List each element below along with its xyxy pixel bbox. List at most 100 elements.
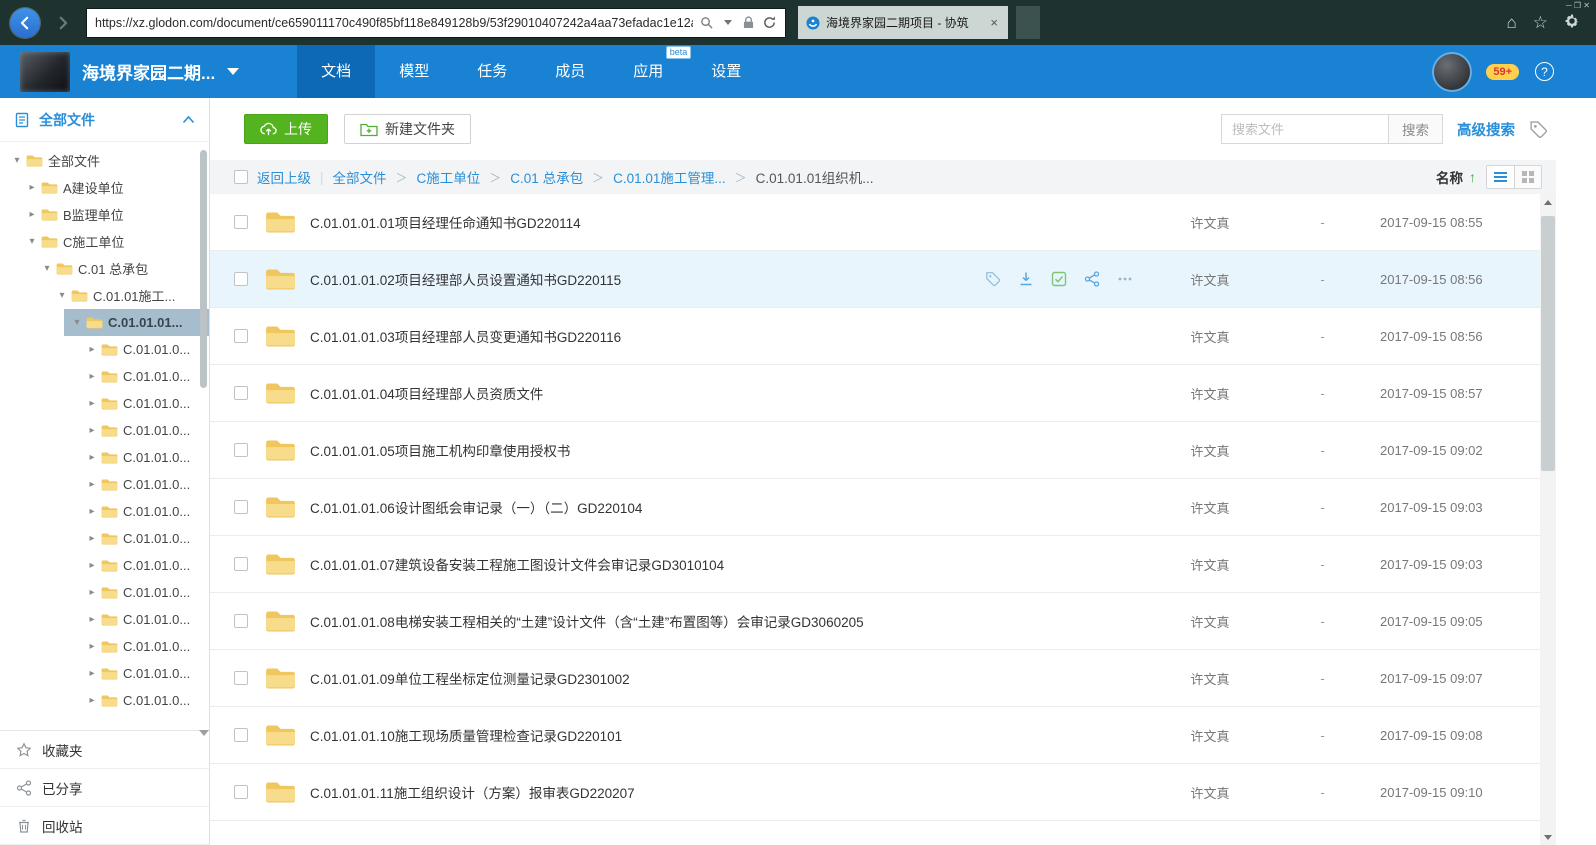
folder-icon[interactable]: [265, 780, 296, 805]
file-row[interactable]: C.01.01.01.03项目经理部人员变更通知书GD220116许文真-201…: [210, 308, 1540, 365]
tree-item[interactable]: ▸C.01.01.0...: [0, 363, 209, 390]
project-switcher-caret-icon[interactable]: [227, 68, 239, 75]
tree-item[interactable]: ▸C.01.01.0...: [0, 498, 209, 525]
list-scrollbar[interactable]: [1540, 194, 1556, 845]
tree-item[interactable]: ▸C.01.01.0...: [0, 525, 209, 552]
caret-collapsed-icon[interactable]: ▸: [85, 452, 99, 463]
refresh-icon[interactable]: [762, 15, 777, 30]
caret-collapsed-icon[interactable]: ▸: [85, 506, 99, 517]
scroll-down-icon[interactable]: [1540, 829, 1556, 845]
caret-collapsed-icon[interactable]: ▸: [85, 479, 99, 490]
file-row[interactable]: C.01.01.01.08电梯安装工程相关的“土建”设计文件（含“土建”布置图等…: [210, 593, 1540, 650]
tree-item[interactable]: ▸A建设单位: [0, 174, 209, 201]
tree-item[interactable]: ▸C.01.01.0...: [0, 687, 209, 714]
row-checkbox[interactable]: [234, 557, 248, 571]
sidebar-scrollbar[interactable]: [199, 150, 208, 710]
file-row[interactable]: C.01.01.01.06设计图纸会审记录（一）（二）GD220104许文真-2…: [210, 479, 1540, 536]
breadcrumb-item[interactable]: C.01.01施工管理...: [613, 167, 726, 187]
caret-collapsed-icon[interactable]: ▸: [85, 560, 99, 571]
search-input[interactable]: [1221, 114, 1389, 144]
nav-settings[interactable]: 设置: [687, 45, 765, 98]
breadcrumb-item[interactable]: C.01 总承包: [510, 167, 583, 187]
project-logo[interactable]: [20, 52, 70, 92]
nav-tasks[interactable]: 任务: [453, 45, 531, 98]
caret-collapsed-icon[interactable]: ▸: [85, 641, 99, 652]
row-checkbox[interactable]: [234, 500, 248, 514]
folder-icon[interactable]: [265, 267, 296, 292]
select-all-checkbox[interactable]: [234, 170, 248, 184]
caret-expanded-icon[interactable]: ▾: [55, 290, 69, 301]
caret-collapsed-icon[interactable]: ▸: [85, 344, 99, 355]
list-view-button[interactable]: [1487, 166, 1514, 188]
caret-collapsed-icon[interactable]: ▸: [85, 695, 99, 706]
folder-icon[interactable]: [265, 381, 296, 406]
tag-icon[interactable]: [1529, 120, 1548, 139]
caret-expanded-icon[interactable]: ▾: [10, 155, 24, 166]
row-checkbox[interactable]: [234, 728, 248, 742]
row-checkbox[interactable]: [234, 614, 248, 628]
tree-item[interactable]: ▸C.01.01.0...: [0, 633, 209, 660]
tree-item[interactable]: ▸C.01.01.0...: [0, 579, 209, 606]
share-icon[interactable]: [1084, 271, 1100, 287]
caret-expanded-icon[interactable]: ▾: [40, 263, 54, 274]
chevron-up-icon[interactable]: [182, 115, 195, 124]
breadcrumb-item[interactable]: C施工单位: [417, 167, 481, 187]
tree-item[interactable]: ▾C.01.01.01...: [0, 309, 209, 336]
tab-close-icon[interactable]: ×: [988, 15, 1000, 30]
folder-icon[interactable]: [265, 495, 296, 520]
download-icon[interactable]: [1018, 271, 1034, 287]
grid-view-button[interactable]: [1514, 166, 1541, 188]
breadcrumb-item[interactable]: 全部文件: [333, 167, 387, 187]
file-name[interactable]: C.01.01.01.11施工组织设计（方案）报审表GD220207: [310, 782, 1155, 802]
folder-icon[interactable]: [265, 552, 296, 577]
home-icon[interactable]: ⌂: [1506, 14, 1516, 31]
folder-icon[interactable]: [265, 609, 296, 634]
tag-icon[interactable]: [985, 271, 1001, 287]
search-icon[interactable]: [699, 15, 714, 30]
file-row[interactable]: C.01.01.01.09单位工程坐标定位测量记录GD2301002许文真-20…: [210, 650, 1540, 707]
notification-badge[interactable]: 59+: [1486, 64, 1519, 80]
file-row[interactable]: C.01.01.01.04项目经理部人员资质文件许文真-2017-09-15 0…: [210, 365, 1540, 422]
sidebar-item-recycle-bin[interactable]: 回收站: [0, 807, 209, 845]
tree-item[interactable]: ▸C.01.01.0...: [0, 552, 209, 579]
caret-collapsed-icon[interactable]: ▸: [25, 182, 39, 193]
file-row[interactable]: C.01.01.01.05项目施工机构印章使用授权书许文真-2017-09-15…: [210, 422, 1540, 479]
tree-item[interactable]: ▸C.01.01.0...: [0, 444, 209, 471]
file-name[interactable]: C.01.01.01.09单位工程坐标定位测量记录GD2301002: [310, 668, 1155, 688]
row-checkbox[interactable]: [234, 443, 248, 457]
autocomplete-dropdown-icon[interactable]: [720, 15, 735, 30]
approve-icon[interactable]: [1051, 271, 1067, 287]
file-row[interactable]: C.01.01.01.01项目经理任命通知书GD220114许文真-2017-0…: [210, 194, 1540, 251]
row-checkbox[interactable]: [234, 215, 248, 229]
file-name[interactable]: C.01.01.01.04项目经理部人员资质文件: [310, 383, 1155, 403]
file-name[interactable]: C.01.01.01.03项目经理部人员变更通知书GD220116: [310, 326, 1155, 346]
file-name[interactable]: C.01.01.01.05项目施工机构印章使用授权书: [310, 440, 1155, 460]
tree-item[interactable]: ▾C.01.01施工...: [0, 282, 209, 309]
sort-ascending-icon[interactable]: ↑: [1469, 169, 1476, 185]
file-row[interactable]: C.01.01.01.10施工现场质量管理检查记录GD220101许文真-201…: [210, 707, 1540, 764]
tree-item[interactable]: ▸C.01.01.0...: [0, 660, 209, 687]
caret-collapsed-icon[interactable]: ▸: [85, 371, 99, 382]
caret-collapsed-icon[interactable]: ▸: [85, 614, 99, 625]
sidebar-header[interactable]: 全部文件: [0, 98, 209, 142]
file-row[interactable]: C.01.01.01.07建筑设备安装工程施工图设计文件会审记录GD301010…: [210, 536, 1540, 593]
file-name[interactable]: C.01.01.01.06设计图纸会审记录（一）（二）GD220104: [310, 497, 1155, 517]
tree-item[interactable]: ▸C.01.01.0...: [0, 390, 209, 417]
folder-icon[interactable]: [265, 666, 296, 691]
tree-item[interactable]: ▾C施工单位: [0, 228, 209, 255]
tree-item[interactable]: ▾C.01 总承包: [0, 255, 209, 282]
forward-button[interactable]: [48, 8, 78, 38]
back-to-parent-link[interactable]: 返回上级: [257, 167, 311, 187]
file-name[interactable]: C.01.01.01.02项目经理部人员设置通知书GD220115: [310, 269, 985, 289]
folder-icon[interactable]: [265, 723, 296, 748]
file-name[interactable]: C.01.01.01.10施工现场质量管理检查记录GD220101: [310, 725, 1155, 745]
sidebar-scroll-down-icon[interactable]: [199, 730, 209, 736]
tree-item[interactable]: ▸C.01.01.0...: [0, 336, 209, 363]
file-row[interactable]: C.01.01.01.02项目经理部人员设置通知书GD220115许文真-201…: [210, 251, 1540, 308]
user-avatar[interactable]: [1434, 54, 1470, 90]
caret-expanded-icon[interactable]: ▾: [70, 317, 84, 328]
caret-collapsed-icon[interactable]: ▸: [85, 587, 99, 598]
settings-gear-icon[interactable]: [1564, 13, 1580, 32]
sort-by-name-label[interactable]: 名称: [1436, 167, 1463, 187]
project-title[interactable]: 海境界家园二期...: [82, 59, 215, 84]
